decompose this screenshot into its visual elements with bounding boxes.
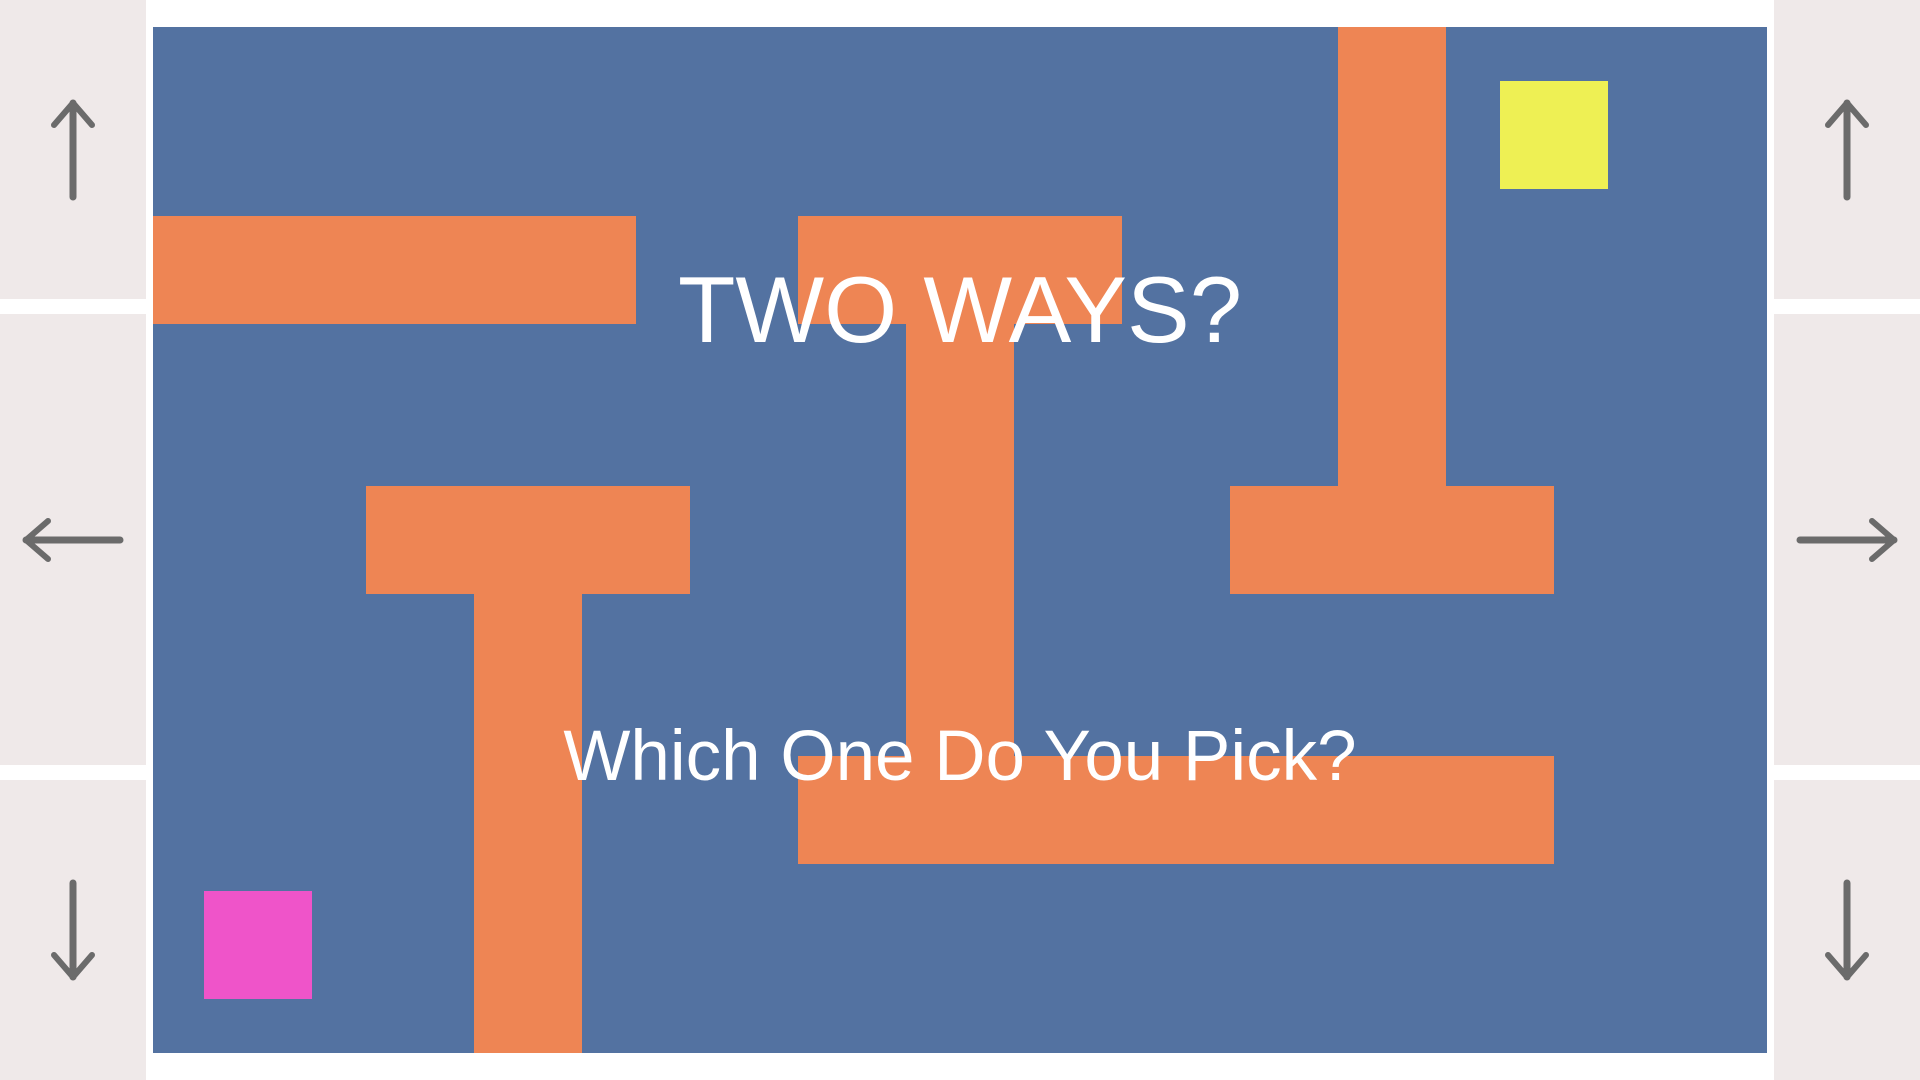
maze-wall — [1338, 27, 1446, 486]
right-controls — [1774, 0, 1920, 1080]
right-arrow-icon — [1796, 517, 1898, 562]
move-down-button-right[interactable] — [1774, 780, 1920, 1080]
move-down-button-left[interactable] — [0, 780, 146, 1080]
goal-square — [1500, 81, 1608, 189]
move-left-button[interactable] — [0, 314, 146, 765]
level-subtitle: Which One Do You Pick? — [563, 717, 1357, 796]
left-arrow-icon — [22, 517, 124, 562]
move-up-button-left[interactable] — [0, 0, 146, 299]
left-controls — [0, 0, 146, 1080]
move-up-button-right[interactable] — [1774, 0, 1920, 299]
up-arrow-icon — [51, 99, 95, 200]
player-square — [204, 891, 312, 999]
maze-wall — [366, 486, 690, 594]
maze-wall — [474, 594, 582, 1053]
down-arrow-icon — [1825, 879, 1869, 981]
up-arrow-icon — [1825, 99, 1869, 200]
game-board: TWO WAYS? Which One Do You Pick? — [153, 27, 1767, 1053]
maze-wall — [1230, 486, 1554, 594]
maze-wall — [906, 324, 1014, 783]
move-right-button[interactable] — [1774, 314, 1920, 765]
down-arrow-icon — [51, 879, 95, 981]
level-title: TWO WAYS? — [678, 257, 1242, 362]
